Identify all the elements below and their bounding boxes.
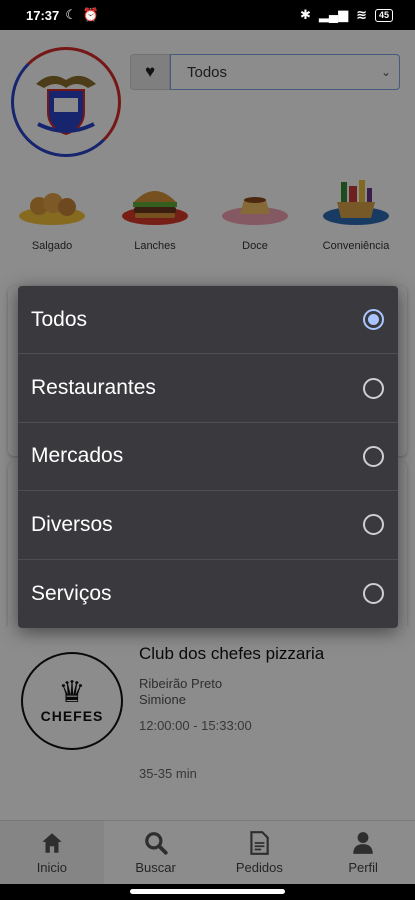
home-gesture-handle[interactable] xyxy=(130,889,285,894)
option-label: Serviços xyxy=(31,581,112,605)
option-diversos[interactable]: Diversos xyxy=(18,491,398,560)
radio-selected-icon[interactable] xyxy=(363,309,384,331)
bluetooth-icon: ✱ xyxy=(299,7,311,22)
option-servicos[interactable]: Serviços xyxy=(18,560,398,628)
option-label: Diversos xyxy=(31,512,113,536)
radio-icon[interactable] xyxy=(363,445,384,467)
system-nav-bar xyxy=(0,884,415,900)
option-todos[interactable]: Todos xyxy=(18,286,398,355)
battery-icon: 45 xyxy=(374,8,393,22)
option-mercados[interactable]: Mercados xyxy=(18,423,398,492)
moon-icon: ☾ xyxy=(65,7,77,22)
filter-dialog: Todos Restaurantes Mercados Diversos Ser… xyxy=(18,286,398,628)
option-label: Mercados xyxy=(31,444,124,468)
wifi-icon: ≋ xyxy=(356,7,367,22)
signal-icon: ▂▄▆ xyxy=(318,7,349,22)
option-restaurantes[interactable]: Restaurantes xyxy=(18,354,398,423)
radio-icon[interactable] xyxy=(363,514,384,536)
status-time: 17:37 xyxy=(26,7,60,23)
option-label: Todos xyxy=(31,307,88,331)
radio-icon[interactable] xyxy=(363,377,384,399)
status-bar: 17:37 ☾ ⏰ ✱ ▂▄▆ ≋ 45 xyxy=(0,0,415,30)
option-label: Restaurantes xyxy=(31,376,156,400)
radio-icon[interactable] xyxy=(363,583,384,605)
alarm-icon: ⏰ xyxy=(82,7,100,22)
